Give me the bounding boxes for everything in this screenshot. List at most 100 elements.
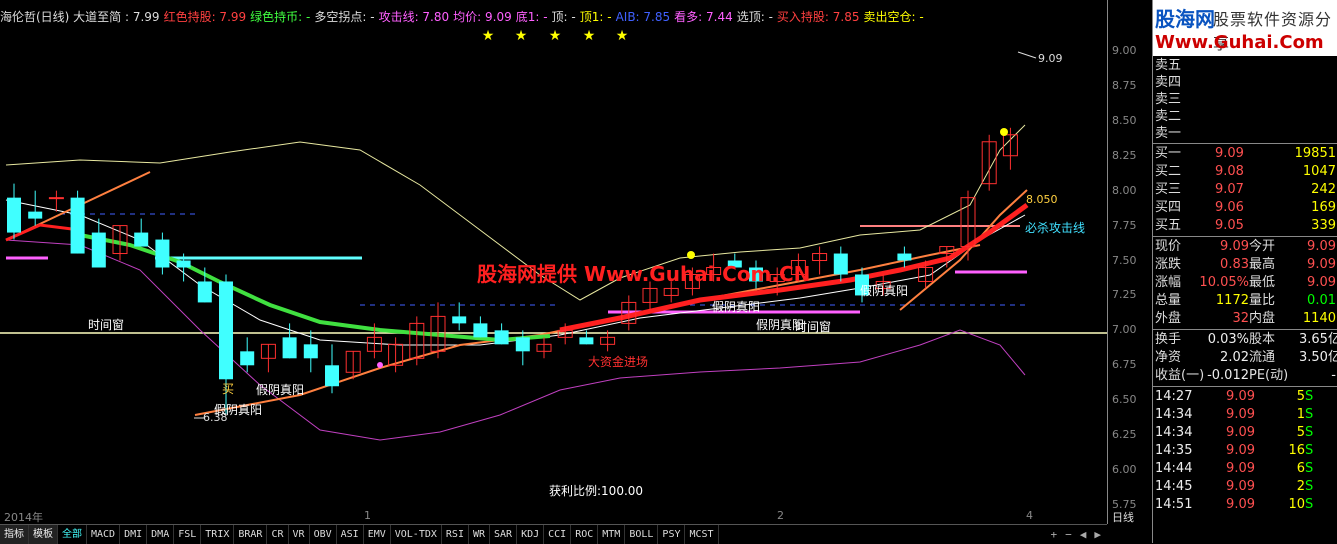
tab-mtm[interactable]: MTM: [598, 525, 626, 544]
tick-side: S: [1305, 497, 1314, 512]
quote-label: 最高: [1249, 257, 1276, 272]
tab-trix[interactable]: TRIX: [201, 525, 235, 544]
quote-value: 9.09: [1307, 239, 1336, 254]
fake-yin-label-2: 假阴真阳: [214, 403, 263, 417]
arrow-left-icon[interactable]: ◀: [1080, 528, 1087, 541]
fake-yin-label-4: 假阴真阳: [756, 318, 805, 332]
quote-row: 外盘 32 内盘 1140: [1155, 310, 1336, 328]
quote-value: 1140: [1302, 311, 1336, 326]
quote-label: 涨幅: [1155, 275, 1182, 290]
tab-dmi[interactable]: DMI: [120, 525, 148, 544]
tick-vol: 10: [1288, 497, 1305, 512]
tab-boll[interactable]: BOLL: [625, 525, 659, 544]
tab-dma[interactable]: DMA: [147, 525, 175, 544]
buy-level-price: 9.08: [1215, 164, 1244, 179]
tick-time: 14:27: [1155, 389, 1193, 404]
candle-body-down: [70, 197, 85, 254]
tick-side: S: [1305, 479, 1314, 494]
indicator-value-10: 看多: 7.44: [674, 10, 733, 24]
indicator-value-11: 选顶: -: [736, 10, 773, 24]
quote-value: 10.05%: [1199, 275, 1249, 290]
candle-body-down: [833, 253, 848, 275]
buy-level-vol: 1047: [1302, 164, 1336, 179]
candle-body-down: [176, 260, 191, 268]
quote-panel: 股海网 股票软件资源分享 Www.Guhai.Com 卖五 卖四 卖三 卖二 卖一 买一 9…: [1152, 0, 1337, 543]
high-marker-label: 9.09: [1038, 52, 1063, 65]
tab-psy[interactable]: PSY: [658, 525, 686, 544]
y-tick-label: 8.00: [1112, 183, 1137, 197]
buy-level-price: 9.09: [1215, 146, 1244, 161]
candle-body-down: [197, 281, 212, 303]
tab-brar[interactable]: BRAR: [234, 525, 268, 544]
period-label[interactable]: 日线: [1112, 509, 1134, 525]
star-icon: ★: [515, 28, 528, 44]
logo-name: 股海网: [1155, 7, 1215, 31]
tab-kdj[interactable]: KDJ: [517, 525, 545, 544]
tab-scroll-controls: + − ◀ ▶: [1051, 528, 1108, 541]
tab-vol-tdx[interactable]: VOL-TDX: [391, 525, 442, 544]
fund-label: 净资: [1155, 350, 1182, 365]
arrow-right-icon[interactable]: ▶: [1094, 528, 1101, 541]
level-label: 8.050: [1026, 193, 1058, 206]
tab-全部[interactable]: 全部: [58, 525, 87, 544]
candle-body-down: [303, 344, 318, 359]
sell-level-label: 卖三: [1155, 92, 1182, 107]
buy-level-row: 买四 9.06 169: [1155, 199, 1336, 217]
tab-指标[interactable]: 指标: [0, 525, 29, 544]
fund-row: 换手 0.03% 股本 3.65亿: [1155, 331, 1337, 349]
profit-ratio-label: 获利比例:100.00: [549, 484, 644, 498]
tab-sar[interactable]: SAR: [490, 525, 518, 544]
kline-chart[interactable]: ★ ★ ★ ★ ★ 海伦哲(日线) 大道至简 : 7.99 红色持股: 7.99 绿色持币:…: [0, 0, 1107, 524]
site-logo: 股海网 股票软件资源分享 Www.Guhai.Com: [1153, 0, 1337, 56]
tab-cr[interactable]: CR: [267, 525, 289, 544]
scroll-right-icon[interactable]: −: [1065, 528, 1072, 541]
tick-side: S: [1305, 425, 1314, 440]
tab-emv[interactable]: EMV: [364, 525, 391, 544]
x-axis-label-2: 2: [777, 509, 784, 522]
y-tick-label: 8.50: [1112, 113, 1137, 127]
tab-obv[interactable]: OBV: [310, 525, 337, 544]
fund-label: 换手: [1155, 332, 1182, 347]
quote-row: 总量 1172 量比 0.01: [1155, 292, 1336, 310]
candle-body-down: [579, 337, 594, 345]
tick-vol: 6: [1296, 461, 1305, 476]
tick-time: 14:51: [1155, 497, 1193, 512]
buy-level-row: 买二 9.08 1047: [1155, 163, 1336, 181]
quote-row: 现价 9.09 今开 9.09: [1155, 238, 1336, 256]
candle-body-down: [325, 365, 339, 387]
y-tick-label: 7.25: [1112, 288, 1137, 302]
quote-value: 0.83: [1220, 257, 1249, 272]
scroll-left-icon[interactable]: +: [1051, 528, 1058, 541]
tab-vr[interactable]: VR: [289, 525, 310, 544]
x-axis-label-1: 1: [364, 509, 371, 522]
sell-level-row: 卖四: [1155, 74, 1195, 92]
time-window-label-1: 时间窗: [88, 318, 125, 332]
sell-level-row: 卖二: [1155, 108, 1195, 126]
fund-label: 流通: [1249, 350, 1276, 365]
tab-macd[interactable]: MACD: [87, 525, 121, 544]
indicator-value-8: 顶1: -: [579, 10, 612, 24]
tab-wr[interactable]: WR: [469, 525, 491, 544]
tab-mcst[interactable]: MCST: [685, 525, 719, 544]
sell-level-label: 卖五: [1155, 58, 1182, 73]
buy-level-row: 买一 9.09 19851: [1155, 145, 1336, 163]
tab-cci[interactable]: CCI: [544, 525, 572, 544]
x-axis-label-3: 4: [1026, 509, 1033, 522]
tab-roc[interactable]: ROC: [571, 525, 599, 544]
indicator-value-4: 攻击线: 7.80: [378, 10, 450, 24]
tick-vol: 1: [1296, 407, 1305, 422]
tab-rsi[interactable]: RSI: [442, 525, 469, 544]
tab-asi[interactable]: ASI: [337, 525, 364, 544]
indicator-tab-bar: 指标 模板 全部 MACD DMI DMA FSL TRIX BRAR CR VR OBV ASI EMV…: [0, 524, 1107, 544]
tab-fsl[interactable]: FSL: [174, 525, 202, 544]
fund-value: -: [1331, 368, 1336, 383]
star-icon: ★: [482, 28, 495, 44]
buy-level-row: 买三 9.07 242: [1155, 181, 1336, 199]
high-arrow: [1017, 51, 1037, 59]
y-tick-label: 7.75: [1112, 218, 1137, 232]
y-tick-label: 6.25: [1112, 428, 1137, 442]
fund-value: -0.012: [1207, 368, 1249, 383]
tab-模板[interactable]: 模板: [29, 525, 58, 544]
tick-vol: 2: [1296, 479, 1305, 494]
star-icon: ★: [616, 28, 629, 44]
